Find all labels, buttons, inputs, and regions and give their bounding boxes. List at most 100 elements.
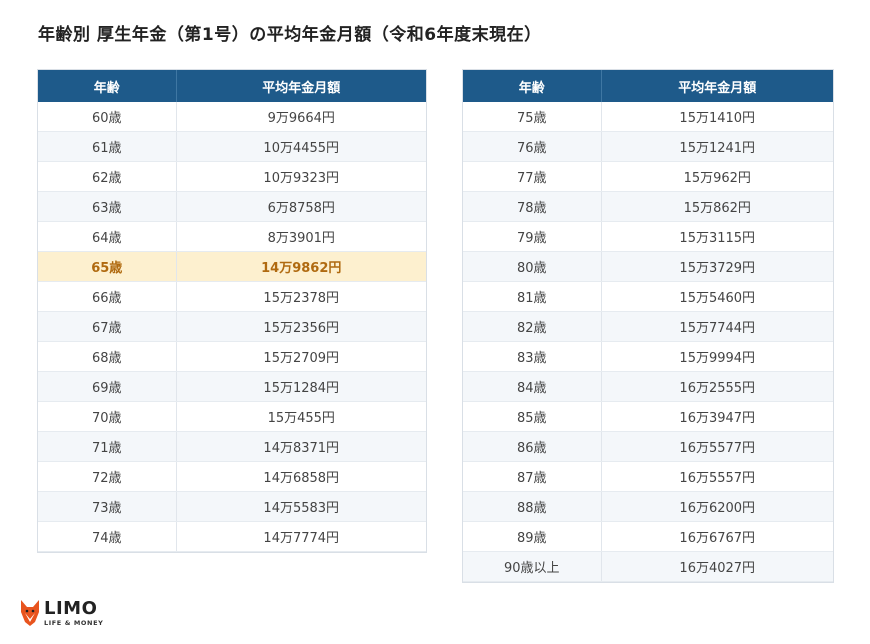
table-row: 88歳 16万6200円 [463,491,833,522]
age-cell: 72歳 [38,461,177,492]
age-cell: 73歳 [38,491,177,522]
table-row: 81歳 15万5460円 [463,281,833,312]
age-cell: 75歳 [463,102,602,132]
table-row: 63歳 6万8758円 [38,191,426,222]
age-cell: 76歳 [463,131,602,162]
table-row: 60歳 9万9664円 [38,102,426,132]
table-row: 87歳 16万5557円 [463,461,833,492]
amount-cell: 15万9994円 [601,341,833,372]
amount-cell: 15万7744円 [601,311,833,342]
amount-cell: 15万1241円 [601,131,833,162]
table-row: 70歳 15万455円 [38,401,426,432]
amount-cell: 15万1284円 [176,371,426,402]
age-cell: 62歳 [38,161,177,192]
table-row-highlighted: 65歳 14万9862円 [38,251,426,282]
age-cell: 90歳以上 [463,551,602,582]
age-cell: 68歳 [38,341,177,372]
amount-cell: 8万3901円 [176,221,426,252]
table-row: 69歳 15万1284円 [38,371,426,402]
table-row: 76歳 15万1241円 [463,131,833,162]
table-row: 72歳 14万6858円 [38,461,426,492]
age-cell: 69歳 [38,371,177,402]
table-row: 89歳 16万6767円 [463,521,833,552]
age-cell: 70歳 [38,401,177,432]
amount-cell: 15万2378円 [176,281,426,312]
table-row: 64歳 8万3901円 [38,221,426,252]
table-row: 62歳 10万9323円 [38,161,426,192]
table-row: 75歳 15万1410円 [463,102,833,132]
amount-cell: 9万9664円 [176,102,426,132]
table-row: 78歳 15万862円 [463,191,833,222]
age-cell: 71歳 [38,431,177,462]
pension-table-left: 年齢 平均年金月額 60歳 9万9664円 61歳 10万4455円 62歳 10万932… [38,70,426,552]
table-row: 82歳 15万7744円 [463,311,833,342]
table-header-row: 年齢 平均年金月額 [463,70,833,102]
age-cell: 79歳 [463,221,602,252]
page-title: 年齢別 厚生年金（第1号）の平均年金月額（令和6年度末現在） [38,25,542,45]
amount-cell: 6万8758円 [176,191,426,222]
amount-cell: 16万5577円 [601,431,833,462]
table-row: 84歳 16万2555円 [463,371,833,402]
amount-cell: 10万4455円 [176,131,426,162]
table-row: 61歳 10万4455円 [38,131,426,162]
age-cell: 82歳 [463,311,602,342]
logo-wordmark: LIMO [44,598,98,619]
table-row: 79歳 15万3115円 [463,221,833,252]
limo-logo: LIMO LIFE & MONEY [18,598,108,630]
table-row: 86歳 16万5577円 [463,431,833,462]
age-cell: 83歳 [463,341,602,372]
table-row: 80歳 15万3729円 [463,251,833,282]
amount-cell: 16万6200円 [601,491,833,522]
age-cell: 67歳 [38,311,177,342]
amount-cell: 15万5460円 [601,281,833,312]
age-cell: 60歳 [38,102,177,132]
amount-cell: 16万4027円 [601,551,833,582]
amount-cell: 14万5583円 [176,491,426,522]
amount-cell: 14万8371円 [176,431,426,462]
age-cell: 87歳 [463,461,602,492]
fox-icon [21,600,39,626]
age-cell: 88歳 [463,491,602,522]
age-cell: 77歳 [463,161,602,192]
amount-cell: 14万6858円 [176,461,426,492]
amount-cell: 15万962円 [601,161,833,192]
age-cell: 63歳 [38,191,177,222]
table-header-row: 年齢 平均年金月額 [38,70,426,102]
amount-cell: 15万2356円 [176,311,426,342]
amount-cell: 16万6767円 [601,521,833,552]
amount-cell: 15万3729円 [601,251,833,282]
age-cell: 65歳 [38,251,177,282]
pension-table-right: 年齢 平均年金月額 75歳 15万1410円 76歳 15万1241円 77歳 15万96… [463,70,833,582]
age-cell: 84歳 [463,371,602,402]
age-cell: 61歳 [38,131,177,162]
age-cell: 86歳 [463,431,602,462]
logo-tagline: LIFE & MONEY [44,619,104,627]
table-row: 85歳 16万3947円 [463,401,833,432]
age-cell: 64歳 [38,221,177,252]
table-row: 73歳 14万5583円 [38,491,426,522]
age-cell: 80歳 [463,251,602,282]
age-cell: 85歳 [463,401,602,432]
amount-cell: 16万2555円 [601,371,833,402]
age-cell: 81歳 [463,281,602,312]
column-header-amount: 平均年金月額 [601,70,833,102]
column-header-age: 年齢 [463,70,602,102]
table-row: 66歳 15万2378円 [38,281,426,312]
table-row: 71歳 14万8371円 [38,431,426,462]
amount-cell: 15万1410円 [601,102,833,132]
amount-cell: 16万5557円 [601,461,833,492]
amount-cell: 10万9323円 [176,161,426,192]
amount-cell: 15万455円 [176,401,426,432]
table-row: 77歳 15万962円 [463,161,833,192]
amount-cell: 15万2709円 [176,341,426,372]
table-body-left: 60歳 9万9664円 61歳 10万4455円 62歳 10万9323円 63歳 6万875… [38,102,426,552]
amount-cell: 15万3115円 [601,221,833,252]
age-cell: 78歳 [463,191,602,222]
column-header-age: 年齢 [38,70,177,102]
amount-cell: 15万862円 [601,191,833,222]
age-cell: 89歳 [463,521,602,552]
table-row: 67歳 15万2356円 [38,311,426,342]
table-row: 74歳 14万7774円 [38,521,426,552]
age-cell: 66歳 [38,281,177,312]
table-row: 83歳 15万9994円 [463,341,833,372]
